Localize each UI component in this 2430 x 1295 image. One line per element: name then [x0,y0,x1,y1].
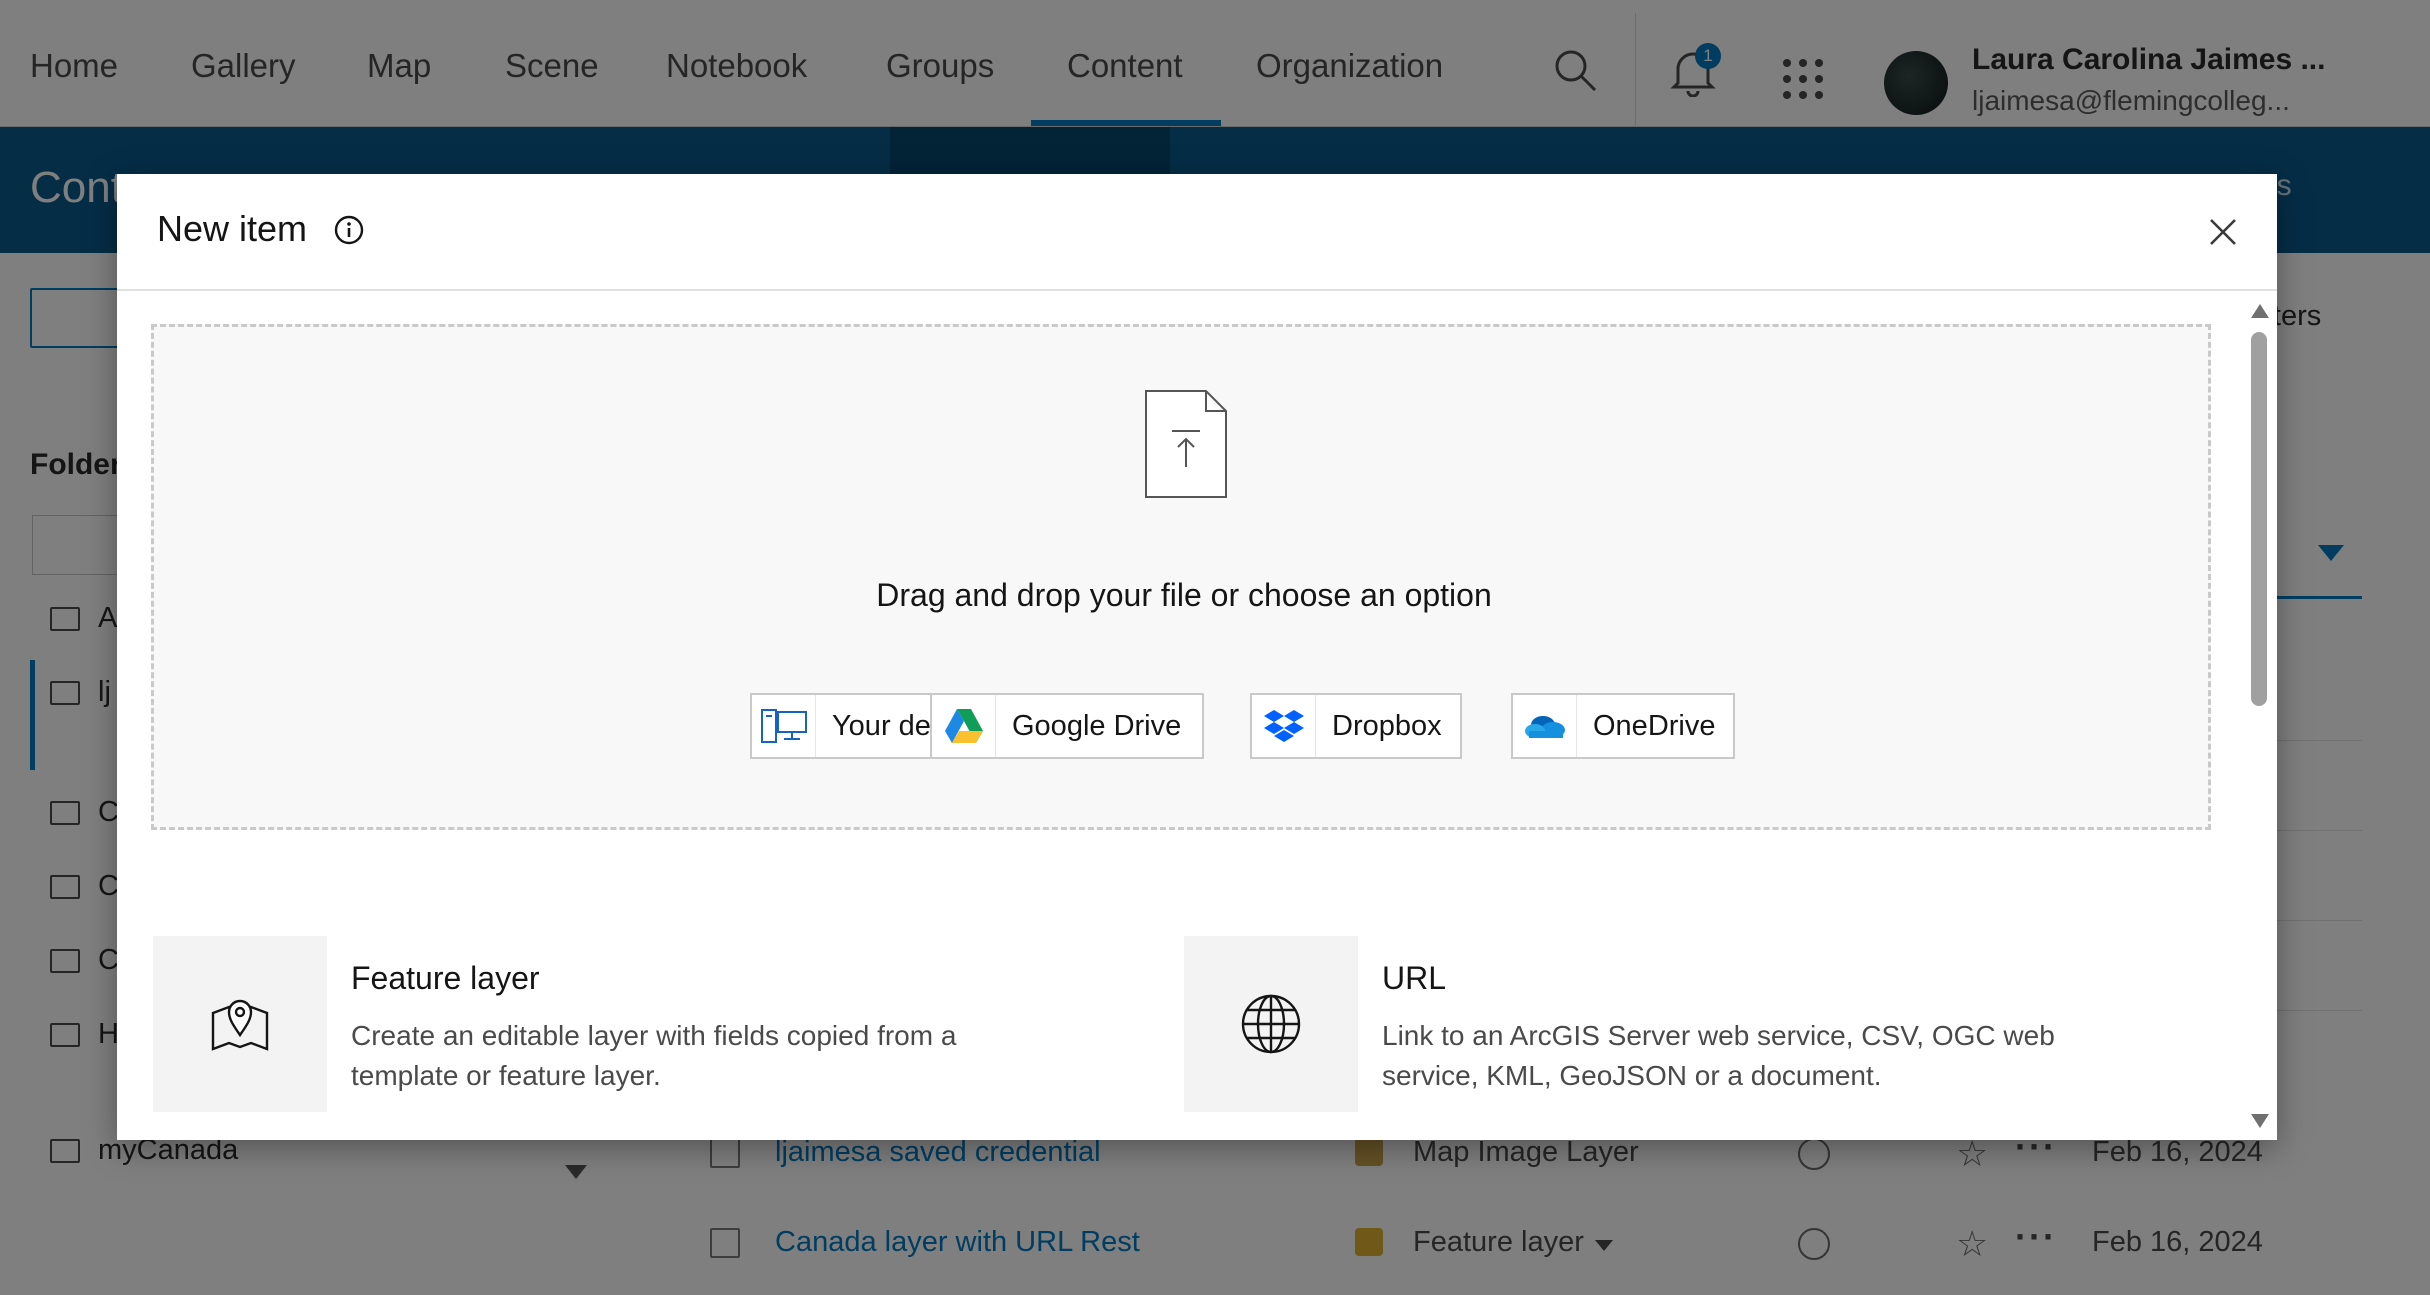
info-icon[interactable] [333,214,365,246]
dropbox-label: Dropbox [1332,710,1442,742]
new-item-dialog: New item Drag and drop your file or choo… [117,174,2277,1140]
device-icon [752,695,816,757]
upload-file-icon [1145,390,1227,498]
feature-layer-title: Feature layer [351,960,540,996]
google-drive-label: Google Drive [1012,710,1182,742]
globe-icon [1184,936,1358,1112]
dialog-title: New item [157,208,308,249]
dropbox-icon [1252,695,1316,757]
url-tile[interactable]: URL Link to an ArcGIS Server web service… [1184,936,2184,1116]
url-description: Link to an ArcGIS Server web service, CS… [1382,1020,2055,1091]
file-drop-zone[interactable]: Drag and drop your file or choose an opt… [151,324,2211,830]
dialog-header: New item [117,174,2277,291]
scroll-up-arrow-icon[interactable] [2251,304,2269,318]
map-pin-icon [153,936,327,1112]
feature-layer-description: Create an editable layer with fields cop… [351,1020,957,1091]
feature-layer-tile[interactable]: Feature layer Create an editable layer w… [153,936,1153,1116]
onedrive-icon [1513,695,1577,757]
scroll-thumb[interactable] [2251,332,2267,706]
google-drive-icon [932,695,996,757]
close-icon[interactable] [2201,210,2245,254]
onedrive-button[interactable]: OneDrive [1511,693,1735,759]
google-drive-button[interactable]: Google Drive [930,693,1204,759]
dropbox-button[interactable]: Dropbox [1250,693,1462,759]
url-title: URL [1382,960,1447,996]
drop-instructions: Drag and drop your file or choose an opt… [876,577,1492,613]
onedrive-label: OneDrive [1593,710,1716,742]
dialog-scrollbar[interactable] [2249,304,2269,1134]
scroll-down-arrow-icon[interactable] [2251,1114,2269,1128]
